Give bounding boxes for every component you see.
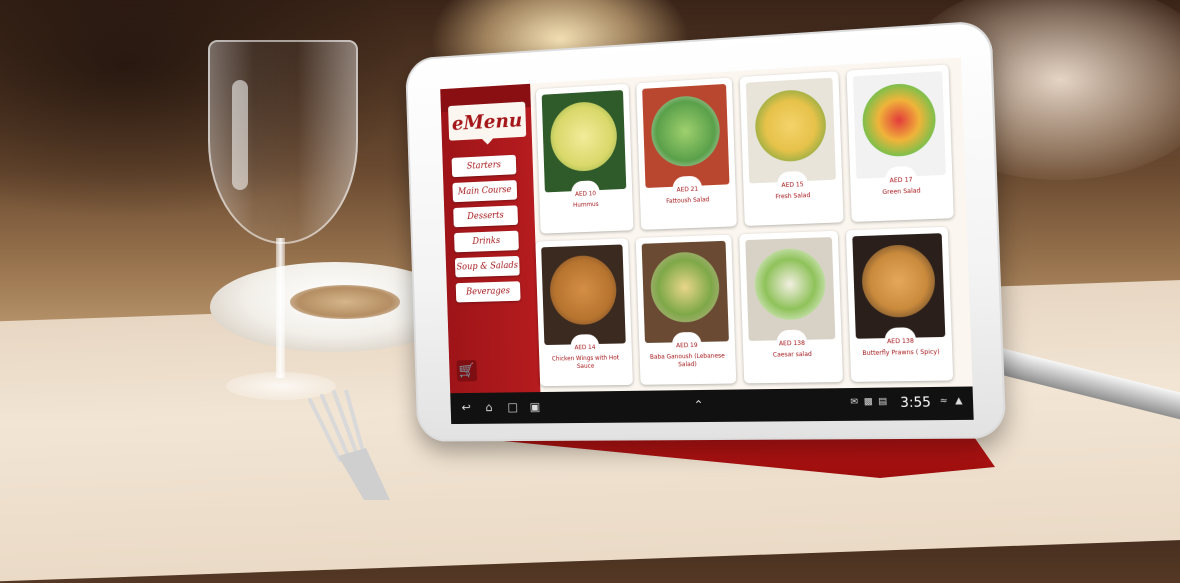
dish-image — [650, 94, 721, 168]
dish-card[interactable]: AED 15 Fresh Salad — [739, 71, 844, 227]
nav-item-starters[interactable]: Starters — [451, 154, 517, 178]
screenshot-icon[interactable]: ▣ — [529, 400, 540, 414]
dish-card[interactable]: AED 21 Fattoush Salad — [636, 77, 737, 230]
chevron-up-icon[interactable]: ⌃ — [693, 398, 703, 412]
dish-name: Caesar salad — [772, 350, 812, 359]
dish-photo — [852, 233, 946, 339]
notification-icon: ✉ — [850, 397, 859, 408]
logo-notch — [481, 138, 494, 145]
home-icon[interactable]: ⌂ — [485, 400, 492, 414]
dish-image — [861, 81, 937, 158]
dish-price: AED 14 — [574, 344, 596, 352]
dish-photo — [745, 77, 836, 184]
dish-image — [548, 254, 618, 326]
plate-food — [290, 285, 400, 319]
dish-name: Fattoush Salad — [666, 196, 710, 206]
dish-image — [753, 247, 827, 321]
wine-glass-highlight — [232, 80, 248, 190]
category-nav: Starters Main Course Desserts Drinks Sou… — [450, 154, 534, 308]
tablet: eMenu Starters Main Course Desserts Drin… — [404, 20, 1007, 442]
nav-item-drinks[interactable]: Drinks — [454, 230, 519, 253]
wine-glass — [208, 40, 358, 244]
signal-icon: ▲ — [954, 395, 963, 407]
dish-photo — [745, 237, 836, 341]
dish-image — [754, 88, 828, 163]
fork — [308, 390, 390, 500]
menu-sidebar: eMenu Starters Main Course Desserts Drin… — [440, 83, 541, 394]
dish-price: AED 138 — [778, 339, 806, 348]
dish-name: Baba Ganoush (Lebanese Salad) — [649, 352, 725, 369]
dish-price: AED 138 — [886, 337, 915, 346]
dish-card[interactable]: AED 138 Caesar salad — [739, 230, 844, 384]
dish-name: Green Salad — [882, 187, 921, 197]
status-clock: 3:55 — [900, 395, 932, 412]
dish-card[interactable]: AED 19 Baba Ganoush (Lebanese Salad) — [635, 234, 737, 385]
cart-icon: 🛒 — [458, 362, 475, 379]
wine-glass-stem — [276, 238, 285, 378]
storage-icon: ▩ — [863, 397, 873, 408]
dish-name: Hummus — [573, 200, 599, 209]
android-nav-bar: ↩ ⌂ □ ▣ ⌃ ✉ ▩ ▤ 3:55 ≈ ▲ — [450, 386, 974, 425]
dish-image — [549, 100, 618, 173]
tablet-screen: eMenu Starters Main Course Desserts Drin… — [440, 57, 974, 425]
dish-card[interactable]: AED 138 Butterfly Prawns ( Spicy) — [845, 226, 954, 382]
dish-image — [649, 251, 721, 323]
wifi-icon: ≈ — [939, 396, 948, 407]
dish-price: AED 19 — [675, 341, 698, 350]
sd-card-icon: ▤ — [877, 396, 888, 408]
recent-apps-icon[interactable]: □ — [507, 400, 518, 414]
nav-item-desserts[interactable]: Desserts — [453, 205, 519, 228]
nav-item-beverages[interactable]: Beverages — [455, 281, 521, 303]
dish-name: Fresh Salad — [775, 191, 811, 201]
cart-button[interactable]: 🛒 — [456, 359, 478, 382]
dish-photo — [642, 83, 730, 189]
emenu-logo: eMenu — [448, 101, 527, 141]
dish-name: Chicken Wings with Hot Sauce — [551, 354, 620, 370]
dish-photo — [541, 244, 626, 346]
nav-item-soup-salads[interactable]: Soup & Salads — [454, 255, 520, 278]
dish-card[interactable]: AED 17 Green Salad — [846, 64, 954, 222]
dish-photo — [852, 71, 946, 179]
dish-photo — [641, 240, 729, 344]
back-icon[interactable]: ↩ — [461, 401, 471, 415]
dish-card[interactable]: AED 14 Chicken Wings with Hot Sauce — [535, 238, 633, 387]
dish-card[interactable]: AED 10 Hummus — [535, 83, 634, 234]
dish-photo — [541, 89, 627, 193]
dish-image — [860, 243, 937, 319]
dish-grid: AED 10 Hummus AED 21 Fattoush Salad AED … — [535, 64, 957, 387]
nav-item-main-course[interactable]: Main Course — [452, 180, 518, 203]
dish-name: Butterfly Prawns ( Spicy) — [862, 348, 940, 358]
